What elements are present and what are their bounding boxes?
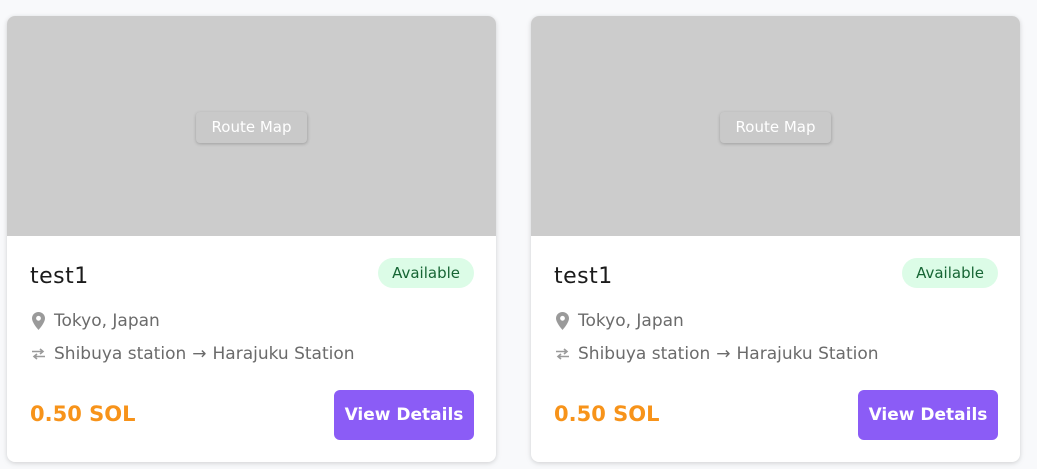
card-body: test1 Available Tokyo, Japan Shibuya sta…	[531, 236, 1020, 462]
view-details-button[interactable]: View Details	[858, 390, 998, 440]
route-card[interactable]: Route Map test1 Available Tokyo, Japan S…	[531, 16, 1020, 462]
route-card[interactable]: Route Map test1 Available Tokyo, Japan S…	[7, 16, 496, 462]
price: 0.50 SOL	[554, 402, 660, 426]
status-badge: Available	[378, 258, 474, 288]
location-text: Tokyo, Japan	[578, 311, 684, 331]
location-text: Tokyo, Japan	[54, 311, 160, 331]
route-to: Harajuku Station	[212, 344, 355, 364]
status-badge: Available	[902, 258, 998, 288]
route-title: test1	[554, 264, 613, 289]
location-row: Tokyo, Japan	[554, 311, 684, 331]
route-row: Shibuya station → Harajuku Station	[554, 344, 879, 364]
swap-arrows-icon	[554, 344, 571, 364]
route-from: Shibuya station	[54, 344, 187, 364]
swap-arrows-icon	[30, 344, 47, 364]
route-map-label: Route Map	[195, 112, 308, 143]
view-details-button[interactable]: View Details	[334, 390, 474, 440]
location-row: Tokyo, Japan	[30, 311, 160, 331]
route-row: Shibuya station → Harajuku Station	[30, 344, 355, 364]
card-body: test1 Available Tokyo, Japan Shibuya sta…	[7, 236, 496, 462]
price: 0.50 SOL	[30, 402, 136, 426]
route-map-placeholder: Route Map	[7, 16, 496, 236]
route-from: Shibuya station	[578, 344, 711, 364]
map-pin-icon	[30, 311, 47, 331]
route-to: Harajuku Station	[736, 344, 879, 364]
route-arrow: →	[716, 344, 731, 364]
route-map-label: Route Map	[719, 112, 832, 143]
route-arrow: →	[192, 344, 207, 364]
map-pin-icon	[554, 311, 571, 331]
route-card-grid: Route Map test1 Available Tokyo, Japan S…	[0, 0, 1037, 469]
route-title: test1	[30, 264, 89, 289]
route-map-placeholder: Route Map	[531, 16, 1020, 236]
